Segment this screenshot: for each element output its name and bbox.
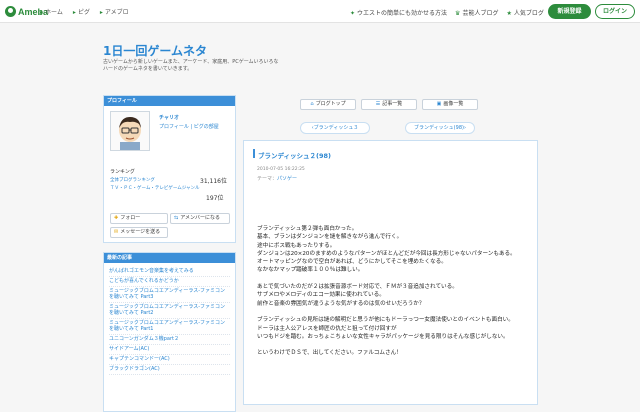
amember-button[interactable]: ⇆ アメンバーになる [170,213,230,224]
blog-entry: ブランディッシュ２(98) 2010-07-05 16:22:25 テーマ：パソ… [243,140,538,405]
list-item[interactable]: こどもが喜んでくれるかどうか [109,277,230,287]
entry-list-button[interactable]: ☰ 記事一覧 [361,99,417,110]
chevron-right-icon: › [463,125,466,131]
image-list-button[interactable]: ▣ 画像一覧 [422,99,478,110]
promo-link-waist[interactable]: ✦ ウエストの簡単にも効かせる方法 [350,8,447,17]
ranking-overall-link[interactable]: 全体ブログランキング [110,177,155,183]
ameba-logo-icon [5,6,16,17]
list-item[interactable]: ミュージックブロムコエアンディーラス-ファミコンを聴いてみて Part1 [109,319,230,335]
star-icon: ★ [506,10,512,17]
profile-links[interactable]: プロフィール | ピグの部屋 [159,123,219,130]
ranking-overall-value: 31,116位 [200,178,227,185]
ranking-label: ランキング [110,169,135,175]
profile-box: プロフィール チャリオ プロフィール | ピグの部屋 ランキング 全体ブログラン… [103,95,236,243]
chevron-right-icon: ▸ [99,9,103,16]
sparkle-icon: ✦ [350,10,356,17]
entry-theme: テーマ：パソゲー [257,176,298,182]
breadcrumb: ▸ ホーム ▸ ピグ ▸ アメブロ [40,7,129,16]
chevron-right-icon: ▸ [40,9,44,16]
recent-entries-list: がんばれゴエモン音楽集を考えてみる こどもが喜んでくれるかどうか ミュージックブ… [104,263,235,379]
login-button[interactable]: ログイン [595,4,635,19]
profile-name[interactable]: チャリオ [159,114,179,121]
blog-top-button[interactable]: ⌂ ブログトップ [300,99,356,110]
ranking-genre-link[interactable]: ＴＶ・ＰＣ・ゲーム・テレビゲームジャンル [110,185,200,191]
recent-entries-heading: 最新の記事 [104,253,235,263]
plus-icon: ✚ [114,215,119,221]
nav-ameblo[interactable]: ▸ アメブロ [100,7,129,16]
register-button[interactable]: 新規登録 [548,4,591,19]
list-item[interactable]: ミュージックブロムコエアンディーラス-ファミコンを聴いてみて Part2 [109,303,230,319]
promo-link-popular[interactable]: ★ 人気ブログ [506,8,543,17]
entry-body: ブランディッシュ第２弾も面白かった。 基本、ブランはダンジョンを謎を解きながら進… [257,226,516,357]
home-icon: ⌂ [310,101,314,107]
handshake-icon: ⇆ [174,215,179,221]
entry-title-marker [253,149,255,158]
blog-title[interactable]: 1日一回ゲームネタ [103,42,207,59]
nav-home[interactable]: ▸ ホーム [40,7,63,16]
list-item[interactable]: サイドアーム(AC) [109,345,230,355]
entry-title[interactable]: ブランディッシュ２(98) [258,150,331,160]
list-item[interactable]: ミュージックブロムコエアンディーラス-ファミコンを聴いてみて Part3 [109,287,230,303]
message-button[interactable]: ✉ メッセージを送る [110,227,168,238]
list-item[interactable]: キャプテンコマンドー(AC) [109,355,230,365]
list-icon: ☰ [375,101,381,107]
list-item[interactable]: ユニコーンガンダム３機part２ [109,335,230,345]
image-icon: ▣ [436,101,442,107]
recent-entries-box: 最新の記事 がんばれゴエモン音楽集を考えてみる こどもが喜んでくれるかどうか ミ… [103,252,236,412]
chevron-right-icon: ▸ [72,9,76,16]
entry-date: 2010-07-05 16:22:25 [257,167,305,172]
next-entry-link[interactable]: ブランディッシュ(98)› [405,122,475,134]
entry-theme-link[interactable]: パソゲー [277,176,297,182]
blog-description: 古いゲームから新しいゲームまた、アーケード、家庭用、PCゲームいろいろなハードの… [103,59,279,72]
avatar-image [119,117,141,150]
envelope-icon: ✉ [114,229,119,235]
follow-button[interactable]: ✚ フォロー [110,213,168,224]
ranking-genre-value: 197位 [206,195,224,202]
list-item[interactable]: がんばれゴエモン音楽集を考えてみる [109,267,230,277]
nav-pigg[interactable]: ▸ ピグ [73,7,90,16]
profile-heading: プロフィール [104,96,235,106]
prev-entry-link[interactable]: ‹ブランディッシュ３ [300,122,370,134]
avatar[interactable] [110,111,150,151]
global-header: Ameba ▸ ホーム ▸ ピグ ▸ アメブロ ✦ ウエストの簡単にも効かせる方法 ♛ 芸… [0,0,640,23]
promo-link-celebrity[interactable]: ♛ 芸能人ブログ [455,8,498,17]
list-item[interactable]: ブラックドラゴン(AC) [109,365,230,375]
promo-links: ✦ ウエストの簡単にも効かせる方法 ♛ 芸能人ブログ ★ 人気ブログ [350,8,544,17]
crown-icon: ♛ [455,10,461,17]
